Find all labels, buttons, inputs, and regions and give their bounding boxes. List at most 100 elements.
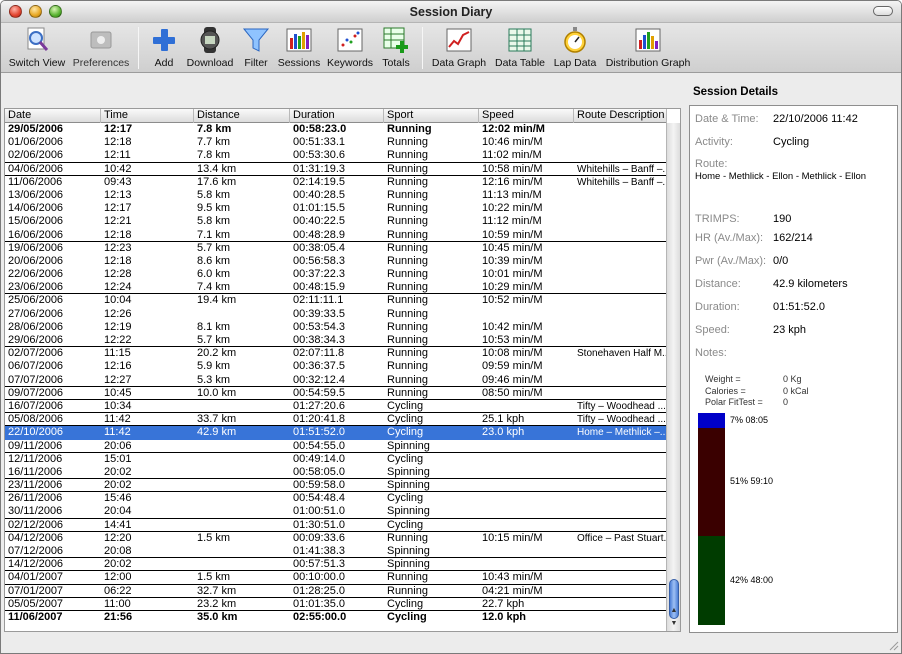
route-value: Home - Methlick - Ellon - Methlick - Ell…	[695, 171, 867, 182]
filter-button[interactable]: Filter	[241, 26, 271, 71]
table-row[interactable]: 16/11/2006 20:02 00:58:05.0 Spinning	[5, 466, 667, 480]
cell-speed: 12.0 kph	[482, 610, 527, 623]
data-table-button[interactable]: Data Table	[492, 26, 548, 71]
table-row[interactable]: 30/11/2006 20:04 01:00:51.0 Spinning	[5, 505, 667, 519]
data-graph-button[interactable]: Data Graph	[431, 26, 487, 71]
table-row[interactable]: 09/07/2006 10:45 10.0 km 00:54:59.5 Running 0…	[5, 387, 667, 400]
cell-date: 07/01/2007	[8, 584, 64, 597]
column-header-route[interactable]: Route Description	[574, 109, 667, 123]
column-header-time[interactable]: Time	[101, 109, 194, 123]
preferences-button[interactable]: Preferences	[71, 26, 131, 71]
scroll-up-arrow[interactable]: ▲	[667, 605, 681, 617]
table-row[interactable]: 05/05/2007 11:00 23.2 km 01:01:35.0 Cycling 2…	[5, 598, 667, 611]
table-row[interactable]: 19/06/2006 12:23 5.7 km 00:38:05.4 Running 10…	[5, 242, 667, 255]
line-graph-icon	[446, 28, 472, 52]
table-row[interactable]: 09/11/2006 20:06 00:54:55.0 Spinning	[5, 440, 667, 453]
table-row[interactable]: 14/06/2006 12:17 9.5 km 01:01:15.5 Running 10…	[5, 202, 667, 215]
cell-time: 11:00	[104, 597, 131, 610]
route-label: Route:	[695, 158, 728, 170]
table-row[interactable]: 07/12/2006 20:08 01:41:38.3 Spinning	[5, 545, 667, 559]
table-row[interactable]: 20/06/2006 12:18 8.6 km 00:56:58.3 Running 10…	[5, 255, 667, 268]
table-row[interactable]: 15/06/2006 12:21 5.8 km 00:40:22.5 Running 11…	[5, 215, 667, 228]
table-row[interactable]: 23/11/2006 20:02 00:59:58.0 Spinning	[5, 479, 667, 493]
table-row[interactable]: 27/06/2006 12:26 00:39:33.5 Running	[5, 308, 667, 321]
cell-speed: 09:59 min/M	[482, 360, 543, 373]
distribution-graph-label: Distribution Graph	[605, 57, 691, 69]
column-header-distance[interactable]: Distance	[194, 109, 290, 123]
table-row[interactable]: 06/07/2006 12:16 5.9 km 00:36:37.5 Running 09…	[5, 360, 667, 373]
scroll-down-arrow[interactable]: ▼	[667, 618, 681, 630]
table-row[interactable]: 02/06/2006 12:11 7.8 km 00:53:30.6 Running 11…	[5, 149, 667, 163]
resize-grip-icon[interactable]	[888, 640, 899, 651]
cell-distance: 42.9 km	[197, 426, 237, 439]
cell-distance: 8.1 km	[197, 320, 231, 333]
column-header-sport[interactable]: Sport	[384, 109, 479, 123]
table-row[interactable]: 05/08/2006 11:42 33.7 km 01:20:41.8 Cycling 2…	[5, 413, 667, 427]
table-row[interactable]: 28/06/2006 12:19 8.1 km 00:53:54.3 Running 10…	[5, 321, 667, 334]
table-row[interactable]: 01/06/2006 12:18 7.7 km 00:51:33.1 Running 10…	[5, 136, 667, 149]
download-button[interactable]: Download	[185, 26, 235, 71]
hr-zone-bar-1	[698, 413, 725, 428]
cell-route	[574, 189, 667, 202]
table-row[interactable]: 26/11/2006 15:46 00:54:48.4 Cycling	[5, 492, 667, 505]
table-row[interactable]: 16/06/2006 12:18 7.1 km 00:48:28.9 Running 10…	[5, 229, 667, 242]
cell-route	[574, 466, 667, 479]
table-row[interactable]: 04/06/2006 10:42 13.4 km 01:31:19.3 Running 1…	[5, 163, 667, 176]
table-row[interactable]: 22/06/2006 12:28 6.0 km 00:37:22.3 Running 10…	[5, 268, 667, 281]
table-row[interactable]: 04/01/2007 12:00 1.5 km 00:10:00.0 Running 10…	[5, 571, 667, 585]
title-bar: Session Diary	[1, 1, 901, 23]
table-row[interactable]: 16/07/2006 10:34 01:27:20.6 Cycling Tifty – …	[5, 400, 667, 414]
data-graph-label: Data Graph	[431, 57, 487, 69]
table-row-selected[interactable]: 22/10/2006 11:42 42.9 km 01:51:52.0 Cycling 2…	[5, 426, 667, 440]
cell-speed	[479, 479, 574, 492]
totals-button[interactable]: Totals	[379, 26, 413, 71]
cell-date: 15/06/2006	[8, 215, 64, 228]
toolbar-toggle-button[interactable]	[873, 6, 893, 16]
table-row[interactable]: 29/05/2006 12:17 7.8 km 00:58:23.0 Running 12…	[5, 123, 667, 136]
table-row[interactable]: 14/12/2006 20:02 00:57:51.3 Spinning	[5, 558, 667, 572]
table-row[interactable]: 23/06/2006 12:24 7.4 km 00:48:15.9 Running 10…	[5, 281, 667, 295]
session-diary-window: Session Diary Switch View Preferences Ad…	[0, 0, 902, 654]
add-button[interactable]: Add	[149, 26, 179, 71]
table-row[interactable]: 02/12/2006 14:41 01:30:51.0 Cycling	[5, 519, 667, 532]
cell-distance: 6.0 km	[197, 268, 231, 281]
cell-duration: 00:58:23.0	[293, 123, 347, 135]
column-header-date[interactable]: Date	[5, 109, 101, 123]
table-row[interactable]: 07/07/2006 12:27 5.3 km 00:32:12.4 Running 09…	[5, 374, 667, 387]
switch-view-button[interactable]: Switch View	[7, 26, 67, 71]
table-row[interactable]: 29/06/2006 12:22 5.7 km 00:38:34.3 Running 10…	[5, 334, 667, 348]
sessions-label: Sessions	[277, 57, 321, 69]
vertical-scrollbar[interactable]: ▲ ▼	[666, 123, 680, 631]
cell-sport: Running	[387, 360, 428, 373]
cell-time: 15:01	[104, 452, 132, 465]
table-row[interactable]: 07/01/2007 06:22 32.7 km 01:28:25.0 Running 0…	[5, 585, 667, 598]
sessions-table: Date Time Distance Duration Sport Speed Route …	[4, 108, 681, 632]
table-row[interactable]: 25/06/2006 10:04 19.4 km 02:11:11.1 Running 1…	[5, 294, 667, 307]
distribution-graph-button[interactable]: Distribution Graph	[602, 26, 694, 71]
table-row[interactable]: 11/06/2006 09:43 17.6 km 02:14:19.5 Running 1…	[5, 176, 667, 189]
table-row[interactable]: 02/07/2006 11:15 20.2 km 02:07:11.8 Running 1…	[5, 347, 667, 360]
cell-speed: 22.7 kph	[482, 597, 525, 610]
cell-sport: Running	[387, 571, 428, 584]
session-details-panel: Date & Time: 22/10/2006 11:42 Activity: …	[689, 105, 898, 633]
table-row[interactable]: 04/12/2006 12:20 1.5 km 00:09:33.6 Running 10…	[5, 532, 667, 545]
keywords-label: Keywords	[326, 57, 374, 69]
cell-sport: Spinning	[387, 479, 430, 492]
table-row[interactable]: 12/11/2006 15:01 00:49:14.0 Cycling	[5, 453, 667, 466]
cell-speed	[479, 492, 574, 505]
lap-data-button[interactable]: Lap Data	[552, 26, 598, 71]
grid-table-icon	[508, 28, 532, 52]
sessions-button[interactable]: Sessions	[277, 26, 321, 71]
cell-sport: Running	[387, 294, 428, 307]
cell-distance	[194, 308, 290, 321]
cell-date: 04/06/2006	[8, 162, 64, 175]
filter-label: Filter	[244, 57, 268, 69]
cell-distance	[194, 400, 290, 413]
cell-time: 12:27	[104, 373, 132, 386]
keywords-button[interactable]: Keywords	[326, 26, 374, 71]
table-row[interactable]: 11/06/2007 21:56 35.0 km 02:55:00.0 Cycling 1…	[5, 611, 667, 624]
table-row[interactable]: 13/06/2006 12:13 5.8 km 00:40:28.5 Running 11…	[5, 189, 667, 202]
column-header-duration[interactable]: Duration	[290, 109, 384, 123]
column-header-speed[interactable]: Speed	[479, 109, 574, 123]
distribution-chart-icon	[635, 28, 661, 52]
